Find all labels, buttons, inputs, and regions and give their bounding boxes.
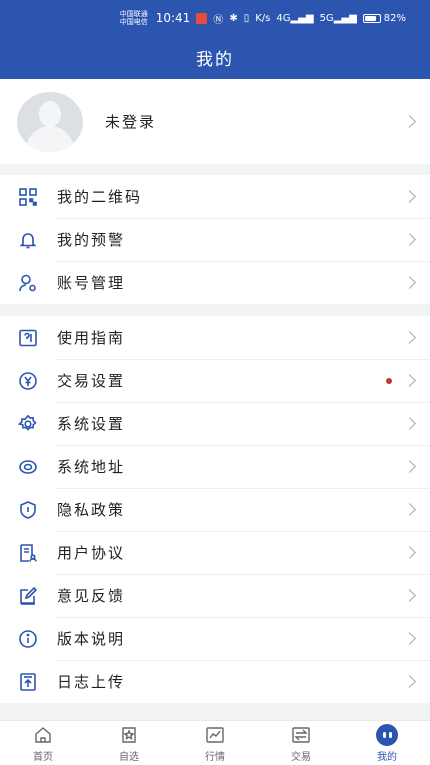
status-bar: 中国联通 中国电信 10:41 Ⓝ ✱ ▯ K/s 4G▂▄▆ 5G▂▄▆ 82… bbox=[0, 0, 430, 36]
chevron-right-icon bbox=[403, 374, 416, 387]
user-doc-icon bbox=[17, 542, 39, 564]
battery-icon: 82% bbox=[362, 12, 406, 24]
chevron-right-icon bbox=[403, 503, 416, 516]
network-b-label: 5G bbox=[319, 12, 334, 24]
speed-icon: K/s bbox=[255, 12, 271, 24]
tab-mine[interactable]: 我的 bbox=[344, 721, 430, 765]
bell-icon bbox=[17, 229, 39, 251]
menu-item-user-doc[interactable]: 用户协议 bbox=[0, 531, 430, 574]
chevron-right-icon bbox=[403, 190, 416, 203]
chevron-right-icon bbox=[403, 276, 416, 289]
gear-icon bbox=[17, 413, 39, 435]
chevron-right-icon bbox=[403, 546, 416, 559]
menu-item-label: 系统设置 bbox=[57, 415, 126, 433]
chevron-right-icon bbox=[403, 233, 416, 246]
profile-row[interactable]: 未登录 bbox=[0, 79, 430, 164]
menu-item-yen[interactable]: 交易设置 bbox=[0, 359, 430, 402]
menu-group-settings: 使用指南交易设置系统设置系统地址隐私政策用户协议意见反馈版本说明日志上传 bbox=[0, 316, 430, 703]
menu-item-label: 我的二维码 bbox=[57, 188, 143, 206]
menu-item-label: 使用指南 bbox=[57, 329, 126, 347]
notification-app-icon bbox=[196, 12, 208, 24]
chevron-right-icon bbox=[403, 589, 416, 602]
clock: 10:41 bbox=[155, 11, 191, 25]
guide-icon bbox=[17, 327, 39, 349]
menu-item-user-account[interactable]: 账号管理 bbox=[0, 261, 430, 304]
login-status-label: 未登录 bbox=[105, 113, 157, 131]
info-icon bbox=[17, 628, 39, 650]
menu-item-upload[interactable]: 日志上传 bbox=[0, 660, 430, 703]
page-header: 我的 bbox=[0, 36, 430, 79]
home-icon bbox=[32, 724, 54, 746]
menu-item-guide[interactable]: 使用指南 bbox=[0, 316, 430, 359]
upload-icon bbox=[17, 671, 39, 693]
menu-item-gear[interactable]: 系统设置 bbox=[0, 402, 430, 445]
signal-icon-b: 5G▂▄▆ bbox=[319, 12, 357, 24]
chevron-right-icon bbox=[403, 460, 416, 473]
trade-icon bbox=[290, 724, 312, 746]
network-a-label: 4G bbox=[276, 12, 291, 24]
menu-item-label: 隐私政策 bbox=[57, 501, 126, 519]
menu-group-account: 我的二维码我的预警账号管理 bbox=[0, 175, 430, 304]
edit-icon bbox=[17, 585, 39, 607]
menu-item-shield[interactable]: 隐私政策 bbox=[0, 488, 430, 531]
chevron-right-icon bbox=[403, 675, 416, 688]
chevron-right-icon bbox=[403, 115, 416, 128]
tab-label: 行情 bbox=[205, 751, 225, 763]
tab-label: 自选 bbox=[119, 751, 139, 763]
menu-item-eye[interactable]: 系统地址 bbox=[0, 445, 430, 488]
chevron-right-icon bbox=[403, 417, 416, 430]
tab-trade[interactable]: 交易 bbox=[258, 721, 344, 765]
tab-home[interactable]: 首页 bbox=[0, 721, 86, 765]
carrier-top: 中国联通 bbox=[119, 10, 148, 18]
chart-icon bbox=[204, 724, 226, 746]
menu-item-label: 我的预警 bbox=[57, 231, 126, 249]
bottom-tab-bar: 首页 自选 行情 交易 我的 bbox=[0, 720, 430, 765]
tab-chart[interactable]: 行情 bbox=[172, 721, 258, 765]
chevron-right-icon bbox=[403, 331, 416, 344]
menu-item-info[interactable]: 版本说明 bbox=[0, 617, 430, 660]
tab-label: 交易 bbox=[291, 751, 311, 763]
star-icon bbox=[118, 724, 140, 746]
menu-item-bell[interactable]: 我的预警 bbox=[0, 218, 430, 261]
yen-icon bbox=[17, 370, 39, 392]
menu-item-label: 意见反馈 bbox=[57, 587, 126, 605]
bluetooth-icon: ✱ bbox=[229, 12, 238, 24]
carrier-bottom: 中国电信 bbox=[119, 18, 148, 26]
eye-icon bbox=[17, 456, 39, 478]
signal-icon-a: 4G▂▄▆ bbox=[276, 12, 314, 24]
battery-percent: 82% bbox=[383, 12, 406, 24]
user-account-icon bbox=[17, 272, 39, 294]
qr-code-icon bbox=[17, 186, 39, 208]
menu-item-edit[interactable]: 意见反馈 bbox=[0, 574, 430, 617]
menu-item-label: 账号管理 bbox=[57, 274, 126, 292]
carrier-info: 中国联通 中国电信 bbox=[120, 10, 148, 26]
shield-icon bbox=[17, 499, 39, 521]
chevron-right-icon bbox=[403, 632, 416, 645]
menu-item-label: 日志上传 bbox=[57, 673, 126, 691]
menu-item-qr-code[interactable]: 我的二维码 bbox=[0, 175, 430, 218]
mine-icon bbox=[376, 723, 398, 746]
tab-label: 首页 bbox=[33, 751, 53, 763]
menu-item-label: 交易设置 bbox=[57, 372, 126, 390]
tab-star[interactable]: 自选 bbox=[86, 721, 172, 765]
red-dot-badge bbox=[386, 377, 392, 384]
menu-item-label: 系统地址 bbox=[57, 458, 126, 476]
menu-item-label: 用户协议 bbox=[57, 544, 126, 562]
tab-label: 我的 bbox=[377, 751, 397, 763]
menu-item-label: 版本说明 bbox=[57, 630, 126, 648]
avatar[interactable] bbox=[17, 91, 83, 152]
page-title: 我的 bbox=[196, 50, 234, 70]
nfc-icon: Ⓝ bbox=[213, 14, 224, 26]
vibrate-icon: ▯ bbox=[243, 12, 250, 24]
